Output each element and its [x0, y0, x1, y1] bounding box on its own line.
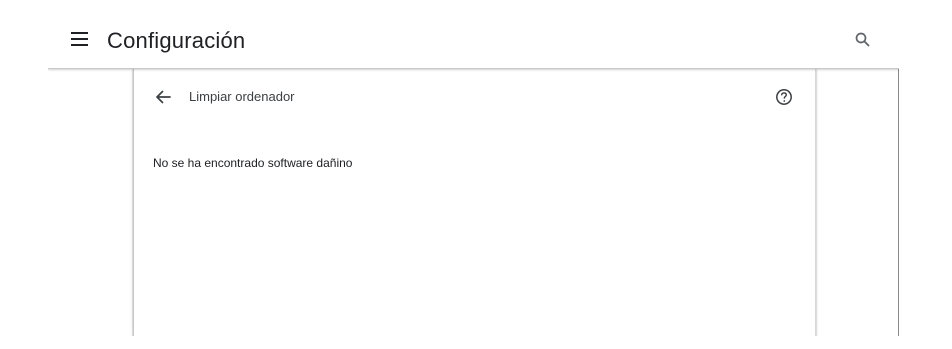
- cleanup-card: Limpiar ordenador No se ha encontrado so…: [133, 69, 816, 336]
- back-button[interactable]: [154, 89, 172, 105]
- subpage-title: Limpiar ordenador: [189, 89, 295, 104]
- no-malware-message: No se ha encontrado software dañino: [153, 156, 353, 170]
- settings-window: Configuración Limpiar ordenador No se ha…: [48, 0, 899, 336]
- search-button[interactable]: [854, 31, 872, 49]
- arrow-left-icon: [156, 90, 171, 104]
- help-button[interactable]: [775, 88, 793, 106]
- settings-toolbar: Configuración: [48, 0, 899, 69]
- main-menu-button[interactable]: [70, 30, 90, 48]
- hamburger-menu-icon: [71, 32, 88, 46]
- search-icon: [855, 32, 870, 47]
- page-title: Configuración: [107, 28, 246, 53]
- help-circle-icon: [776, 89, 792, 105]
